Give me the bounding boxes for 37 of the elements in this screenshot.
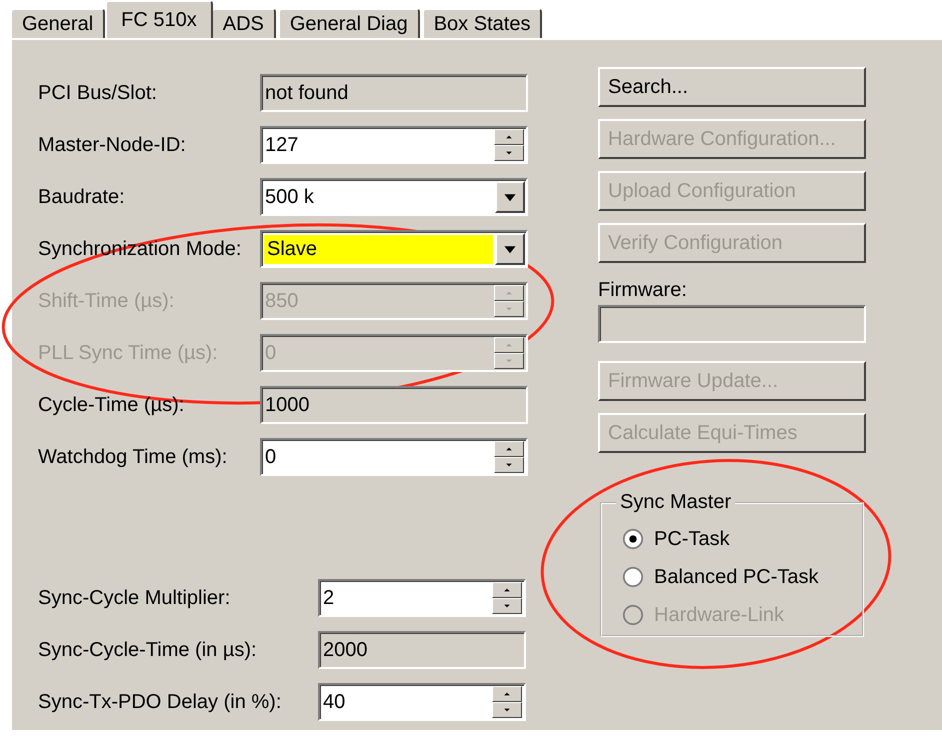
text-field[interactable]: 2000 (318, 631, 526, 669)
dropdown[interactable]: Slave (260, 230, 528, 268)
dialog-button[interactable]: Search... (598, 67, 866, 107)
field-label: Shift-Time (µs): (38, 290, 176, 312)
group-title: Sync Master (619, 491, 732, 514)
tab[interactable]: FC 510x (105, 0, 213, 38)
spin-field[interactable]: 40 (318, 683, 526, 721)
field-label: PLL Sync Time (µs): (38, 342, 219, 364)
field-label: Sync-Tx-PDO Delay (in %): (38, 690, 282, 714)
tab[interactable]: ADS (210, 8, 276, 38)
tab[interactable]: General Diag (278, 8, 420, 38)
field-label: Sync-Cycle Multiplier: (38, 586, 232, 610)
radio-button-icon[interactable] (622, 566, 644, 588)
field-label: PCI Bus/Slot: (38, 82, 158, 104)
field-label: Watchdog Time (ms): (38, 446, 228, 468)
radio-option[interactable]: Balanced PC-Task (622, 558, 862, 596)
spinner-icon[interactable] (492, 582, 522, 614)
spin-field[interactable]: 2 (318, 579, 526, 617)
firmware-label: Firmware: (598, 279, 688, 303)
dropdown[interactable]: 500 k (260, 178, 528, 216)
spinner-icon[interactable] (494, 441, 524, 473)
spin-field[interactable]: 0 (260, 438, 528, 476)
field-label: Cycle-Time (µs): (38, 394, 186, 416)
tab[interactable]: General (10, 8, 106, 38)
spinner-icon[interactable] (494, 285, 524, 317)
radio-button-icon[interactable] (622, 528, 644, 550)
field-label: Sync-Cycle-Time (in µs): (38, 638, 258, 662)
spinner-icon[interactable] (492, 686, 522, 718)
spinner-icon[interactable] (494, 337, 524, 369)
field-label: Baudrate: (38, 186, 126, 208)
tab[interactable]: Box States (422, 8, 542, 38)
text-field[interactable]: not found (260, 74, 528, 112)
radio-option[interactable]: PC-Task (622, 520, 862, 558)
spin-field[interactable]: 127 (260, 126, 528, 164)
field-label: Master-Node-ID: (38, 134, 187, 156)
text-field[interactable]: 1000 (260, 386, 528, 424)
spinner-icon[interactable] (494, 129, 524, 161)
